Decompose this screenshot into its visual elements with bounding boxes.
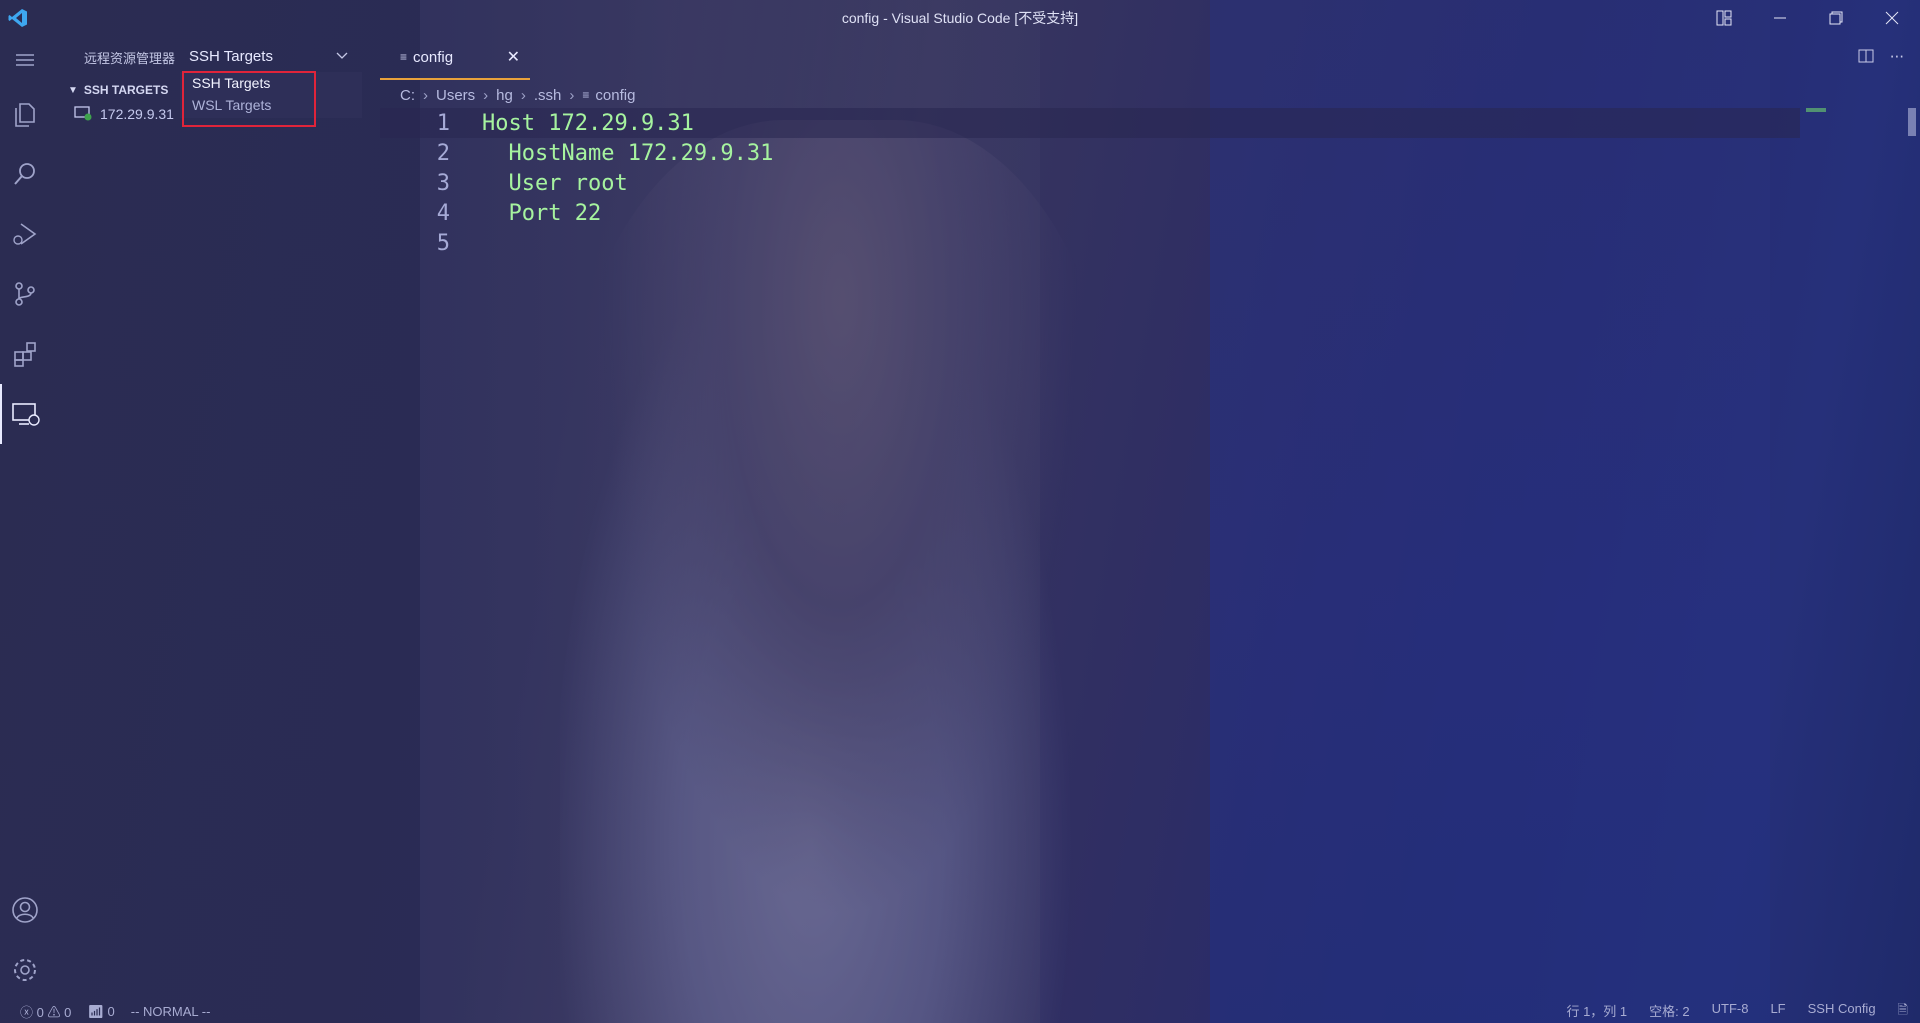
minimap[interactable]	[1806, 108, 1826, 112]
breadcrumb: C: › Users › hg › .ssh › ≡ config	[400, 84, 635, 106]
chevron-down-icon	[335, 48, 349, 66]
code-line: 2 HostName 172.29.9.31	[380, 138, 1800, 168]
minimize-icon[interactable]	[1752, 0, 1808, 36]
annotation-highlight-box	[182, 71, 316, 127]
ports-count: 0	[107, 1003, 115, 1019]
code-text: User root	[482, 170, 628, 196]
targets-select[interactable]: SSH Targets	[189, 48, 349, 66]
tab-close-icon[interactable]: ✕	[507, 47, 520, 67]
broadcast-icon: 📶︎	[87, 1003, 104, 1019]
line-number: 2	[436, 140, 450, 166]
notifications-icon[interactable]: 🗎︎	[1898, 1001, 1908, 1023]
remote-host-icon	[74, 105, 92, 124]
gear-icon[interactable]	[0, 940, 50, 1000]
breadcrumb-item[interactable]: C:	[400, 87, 415, 104]
language-mode[interactable]: SSH Config	[1808, 1001, 1876, 1023]
ssh-host-label: 172.29.9.31	[100, 106, 174, 122]
code-line: 3 User root	[380, 168, 1800, 198]
line-number: 1	[436, 110, 450, 136]
tab-config[interactable]: ≡ config ✕	[380, 36, 530, 80]
split-editor-icon[interactable]	[1858, 48, 1874, 68]
breadcrumb-item[interactable]: config	[595, 87, 635, 104]
error-count: 0	[36, 1005, 44, 1020]
window-title: config - Visual Studio Code [不受支持]	[841, 10, 1079, 26]
targets-select-value: SSH Targets	[189, 48, 273, 65]
warning-icon: ⚠	[47, 1005, 61, 1020]
file-lines-icon: ≡	[582, 88, 590, 102]
encoding[interactable]: UTF-8	[1712, 1001, 1749, 1023]
restore-icon[interactable]	[1808, 0, 1864, 36]
title-bar: config - Visual Studio Code [不受支持]	[0, 0, 1920, 36]
code-editor[interactable]: 1 Host 172.29.9.31 2 HostName 172.29.9.3…	[380, 108, 1800, 258]
files-icon[interactable]	[0, 84, 50, 144]
indentation[interactable]: 空格: 2	[1649, 1001, 1689, 1023]
source-control-icon[interactable]	[0, 264, 50, 324]
run-debug-icon[interactable]	[0, 204, 50, 264]
sidebar-title: 远程资源管理器	[84, 50, 176, 66]
vim-mode: -- NORMAL --	[130, 1004, 211, 1019]
error-icon: ⓧ	[20, 1005, 34, 1020]
layout-icon[interactable]	[1696, 0, 1752, 36]
file-lines-icon: ≡	[400, 50, 408, 64]
problems-indicator[interactable]: ⓧ 0 ⚠ 0	[20, 1002, 71, 1021]
code-text: HostName 172.29.9.31	[482, 140, 774, 166]
code-text: Host 172.29.9.31	[482, 110, 694, 136]
breadcrumb-item[interactable]: hg	[496, 87, 513, 104]
remote-explorer-icon[interactable]	[0, 384, 50, 444]
account-icon[interactable]	[0, 880, 50, 940]
vscode-logo-icon[interactable]	[0, 0, 36, 36]
status-bar: ⓧ 0 ⚠ 0 📶︎ 0 -- NORMAL -- 行 1，列 1 空格: 2 …	[0, 1000, 1920, 1023]
ports-indicator[interactable]: 📶︎ 0	[87, 1004, 114, 1020]
section-title: SSH TARGETS	[83, 83, 169, 97]
code-line: 1 Host 172.29.9.31	[380, 108, 1800, 138]
end-of-line[interactable]: LF	[1770, 1001, 1785, 1023]
chevron-down-icon: ▼	[68, 84, 78, 96]
breadcrumb-item[interactable]: .ssh	[534, 87, 562, 104]
chevron-right-icon: ›	[483, 86, 489, 104]
menu-icon[interactable]	[0, 36, 50, 84]
chevron-right-icon: ›	[569, 86, 575, 104]
close-icon[interactable]	[1864, 0, 1920, 36]
line-number: 3	[436, 170, 450, 196]
more-actions-icon[interactable]: ···	[1890, 48, 1904, 68]
activity-bar	[0, 36, 50, 1000]
cursor-position[interactable]: 行 1，列 1	[1566, 1001, 1627, 1023]
remote-explorer-sidebar: 远程资源管理器 SSH Targets ▼ SSH TARGETS 172.29…	[50, 36, 380, 1000]
code-text: Port 22	[482, 200, 602, 226]
editor-scrollbar[interactable]	[1908, 108, 1916, 136]
code-line: 4 Port 22	[380, 198, 1800, 228]
search-icon[interactable]	[0, 144, 50, 204]
code-line: 5	[380, 228, 1800, 258]
line-number: 4	[436, 200, 450, 226]
warning-count: 0	[64, 1005, 72, 1020]
extensions-icon[interactable]	[0, 324, 50, 384]
line-number: 5	[436, 230, 450, 256]
chevron-right-icon: ›	[520, 86, 526, 104]
tab-label: config	[413, 48, 454, 66]
breadcrumb-item[interactable]: Users	[436, 87, 475, 104]
editor-tabs: ≡ config ✕ ···	[380, 36, 1920, 80]
chevron-right-icon: ›	[423, 86, 428, 104]
